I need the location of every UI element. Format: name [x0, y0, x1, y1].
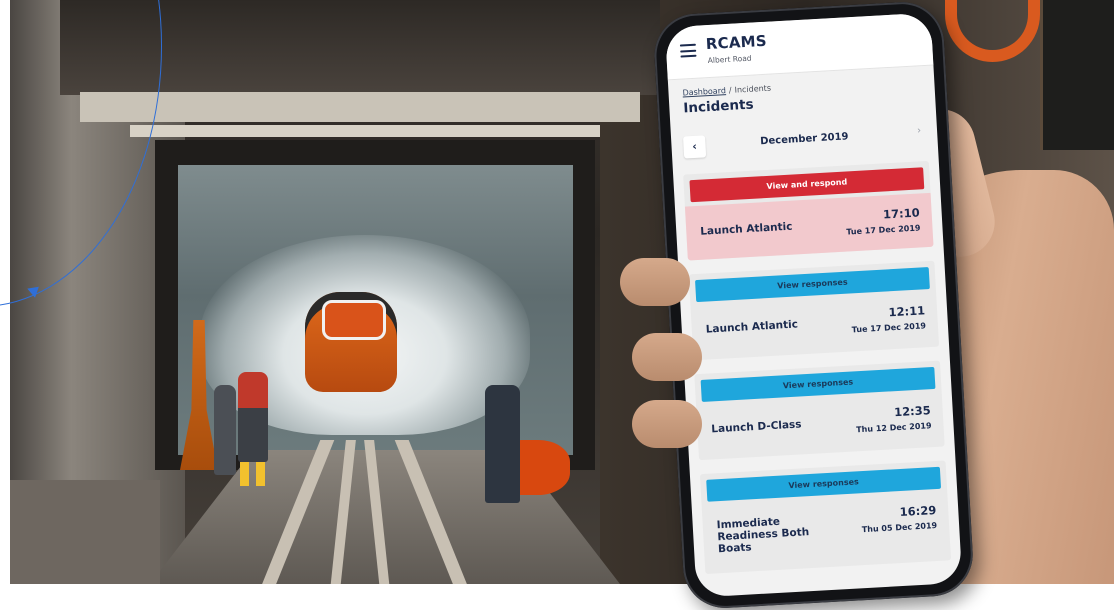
incident-name: Immediate Readiness Both Boats	[716, 515, 810, 556]
crew-member	[214, 385, 236, 475]
incident-name: Launch Atlantic	[700, 220, 793, 238]
app-title: RCAMS	[705, 31, 768, 54]
phone-screen: RCAMS Albert Road Dashboard / Incidents In…	[664, 12, 963, 598]
incident-time: 17:10	[882, 205, 920, 222]
incident-card: View responses Launch Atlantic 12:11 Tue…	[688, 260, 940, 361]
incident-date: Thu 05 Dec 2019	[861, 520, 938, 535]
crew-member	[238, 372, 268, 462]
incident-name: Launch Atlantic	[705, 318, 799, 336]
chevron-right-icon[interactable]: ›	[917, 125, 922, 136]
breadcrumb-dashboard-link[interactable]: Dashboard	[682, 86, 726, 97]
incident-card: View and respond Launch Atlantic 17:10 T…	[683, 160, 934, 261]
incident-date: Tue 17 Dec 2019	[851, 321, 927, 335]
incident-name: Launch D-Class	[711, 418, 802, 436]
incident-time: 12:35	[893, 403, 932, 420]
month-navigator: ‹ December 2019 ›	[682, 121, 926, 160]
incident-time: 12:11	[888, 303, 926, 320]
incident-summary[interactable]: Immediate Readiness Both Boats 16:29 Thu…	[708, 493, 945, 566]
incident-time: 16:29	[899, 503, 937, 520]
finger	[620, 258, 690, 306]
crew-member	[485, 385, 520, 503]
main-content: Dashboard / Incidents Incidents ‹ December…	[668, 64, 961, 574]
breadcrumb-current: Incidents	[734, 83, 772, 95]
station-name: Albert Road	[707, 53, 752, 66]
incident-card: View responses Immediate Readiness Both …	[699, 460, 952, 574]
incident-date: Tue 17 Dec 2019	[846, 223, 921, 237]
incident-summary[interactable]: Launch D-Class 12:35 Thu 12 Dec 2019	[702, 393, 938, 452]
incident-summary[interactable]: Launch Atlantic 17:10 Tue 17 Dec 2019	[684, 192, 934, 261]
incident-card: View responses Launch D-Class 12:35 Thu …	[694, 360, 945, 461]
phone: RCAMS Albert Road Dashboard / Incidents In…	[652, 0, 975, 610]
breadcrumb-separator: /	[728, 85, 732, 95]
finger	[632, 333, 702, 381]
finger	[632, 400, 702, 448]
month-label: December 2019	[759, 131, 849, 148]
hamburger-menu-icon[interactable]	[679, 43, 697, 58]
incident-date: Thu 12 Dec 2019	[855, 421, 932, 435]
incident-summary[interactable]: Launch Atlantic 12:11 Tue 17 Dec 2019	[696, 293, 932, 352]
honours-board	[1040, 0, 1114, 150]
